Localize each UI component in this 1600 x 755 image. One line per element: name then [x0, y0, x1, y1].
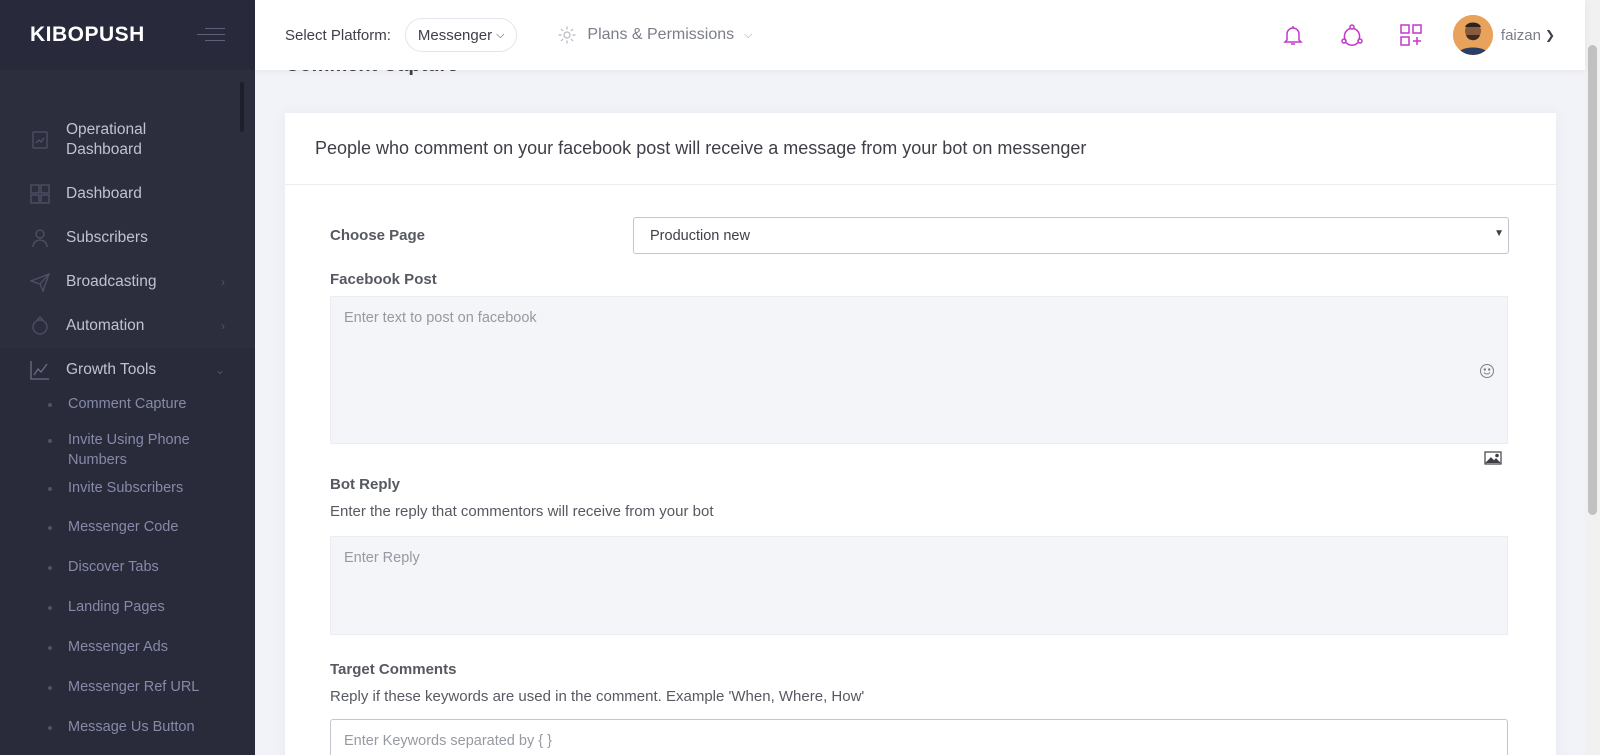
sidebar-item-label: Dashboard — [66, 185, 142, 202]
sidebar-item-label: Broadcasting — [66, 273, 157, 290]
chevron-down-icon: ⌵ — [744, 28, 753, 41]
paper-plane-icon — [30, 272, 50, 292]
sidebar: KIBOPUSH Operational Dashboard Dashboard… — [0, 0, 255, 755]
line-chart-icon — [30, 360, 50, 380]
submenu-item-messenger-ads[interactable]: Messenger Ads — [0, 634, 255, 674]
target-comments-label: Target Comments — [330, 661, 457, 678]
bot-reply-textarea[interactable]: Enter Reply — [330, 536, 1508, 635]
choose-page-select[interactable]: Production new ▼ — [633, 217, 1509, 254]
bot-reply-label: Bot Reply — [330, 476, 401, 493]
emoji-icon[interactable] — [1479, 363, 1495, 379]
submenu-item-messenger-ref-url[interactable]: Messenger Ref URL — [0, 674, 255, 714]
sidebar-item-subscribers[interactable]: Subscribers — [0, 216, 255, 260]
username[interactable]: faizan — [1501, 27, 1541, 44]
top-header: Select Platform: Messenger ⌵ Plans & Per… — [255, 0, 1585, 70]
page-scrollbar[interactable] — [1585, 0, 1600, 755]
bullet-icon — [48, 606, 52, 610]
submenu-item-landing-pages[interactable]: Landing Pages — [0, 594, 255, 634]
panel-title: People who comment on your facebook post… — [315, 138, 1087, 158]
sidebar-menu: Operational Dashboard Dashboard Subscrib… — [0, 70, 255, 755]
bell-icon[interactable] — [1281, 23, 1305, 47]
chevron-right-icon: › — [221, 319, 225, 333]
submenu-item-label: Message Us Button — [68, 719, 195, 735]
submenu-item-label: Messenger Ref URL — [68, 679, 200, 695]
submenu-item-messenger-code[interactable]: Messenger Code — [0, 514, 255, 554]
submenu-item-discover-tabs[interactable]: Discover Tabs — [0, 554, 255, 594]
growth-tools-submenu: Comment Capture Invite Using Phone Numbe… — [0, 392, 255, 755]
keywords-placeholder: Enter Keywords separated by { } — [344, 733, 552, 749]
menu-toggle-icon[interactable] — [197, 26, 225, 44]
platform-value: Messenger — [417, 26, 493, 44]
sidebar-item-broadcasting[interactable]: Broadcasting › — [0, 260, 255, 304]
submenu-item-label: Landing Pages — [68, 599, 165, 615]
choose-page-value: Production new — [650, 227, 750, 244]
chart-icon — [30, 130, 50, 150]
submenu-item-label: Discover Tabs — [68, 559, 159, 575]
bullet-icon — [48, 726, 52, 730]
plans-permissions-menu[interactable]: Plans & Permissions ⌵ — [557, 25, 752, 45]
submenu-item-label: Comment Capture — [68, 396, 187, 412]
facebook-post-placeholder: Enter text to post on facebook — [344, 310, 537, 326]
scrollbar-thumb[interactable] — [1588, 45, 1597, 515]
avatar[interactable] — [1452, 15, 1493, 55]
bullet-icon — [48, 439, 52, 443]
submenu-item-invite-subscribers[interactable]: Invite Subscribers — [0, 474, 255, 514]
share-nodes-icon[interactable] — [1340, 23, 1364, 47]
chevron-down-icon: ⌄ — [214, 363, 225, 377]
bot-reply-placeholder: Enter Reply — [344, 550, 420, 566]
grid-icon — [30, 184, 50, 204]
sidebar-item-label: Growth Tools — [66, 361, 157, 378]
bullet-icon — [48, 526, 52, 530]
plans-label: Plans & Permissions — [587, 26, 735, 43]
submenu-item-message-us-button[interactable]: Message Us Button — [0, 714, 255, 754]
brand-bar: KIBOPUSH — [0, 0, 255, 70]
facebook-post-label: Facebook Post — [330, 271, 437, 288]
user-icon — [30, 228, 50, 248]
submenu-item-invite-phone[interactable]: Invite Using Phone Numbers — [0, 424, 255, 474]
panel-header: People who comment on your facebook post… — [285, 113, 1556, 185]
submenu-item-label: Invite Using Phone Numbers — [68, 432, 190, 468]
sidebar-item-label: Automation — [66, 317, 145, 334]
apps-add-icon[interactable] — [1399, 23, 1423, 47]
chevron-down-icon: ⌵ — [496, 28, 505, 41]
image-icon[interactable] — [1484, 450, 1502, 466]
bullet-icon — [48, 403, 52, 407]
brand-logo: KIBOPUSH — [30, 23, 145, 46]
automation-icon — [30, 316, 50, 336]
header-actions: faizan ❯ — [1246, 15, 1585, 55]
bullet-icon — [48, 487, 52, 491]
submenu-item-label: Messenger Ads — [68, 639, 168, 655]
bot-reply-help: Enter the reply that commentors will rec… — [330, 503, 714, 520]
bullet-icon — [48, 566, 52, 570]
comment-capture-panel: People who comment on your facebook post… — [285, 113, 1556, 755]
sidebar-item-automation[interactable]: Automation › — [0, 304, 255, 348]
gear-icon — [558, 26, 576, 44]
sidebar-item-label: Operational Dashboard — [66, 121, 147, 158]
sidebar-item-growth-tools[interactable]: Growth Tools ⌄ — [0, 348, 255, 392]
submenu-item-label: Invite Subscribers — [68, 480, 184, 496]
target-comments-help: Reply if these keywords are used in the … — [330, 688, 865, 705]
comment-capture-form: Choose Page Production new ▼ Facebook Po… — [285, 185, 1556, 755]
bullet-icon — [48, 646, 52, 650]
facebook-post-textarea[interactable]: Enter text to post on facebook — [330, 296, 1508, 465]
chevron-right-icon: › — [221, 275, 225, 289]
choose-page-label: Choose Page — [330, 226, 426, 244]
sidebar-item-label: Subscribers — [66, 229, 148, 246]
chevron-down-icon[interactable]: ❯ — [1545, 28, 1555, 42]
submenu-item-comment-capture[interactable]: Comment Capture — [0, 392, 255, 424]
submenu-item-label: Messenger Code — [68, 519, 179, 535]
sidebar-item-operational-dashboard[interactable]: Operational Dashboard — [0, 108, 255, 172]
caret-down-icon: ▼ — [1494, 228, 1504, 239]
sidebar-item-dashboard[interactable]: Dashboard — [0, 172, 255, 216]
keywords-input[interactable]: Enter Keywords separated by { } — [330, 719, 1508, 755]
platform-label: Select Platform: — [285, 26, 391, 44]
bullet-icon — [48, 686, 52, 690]
platform-select[interactable]: Messenger ⌵ — [404, 18, 518, 52]
